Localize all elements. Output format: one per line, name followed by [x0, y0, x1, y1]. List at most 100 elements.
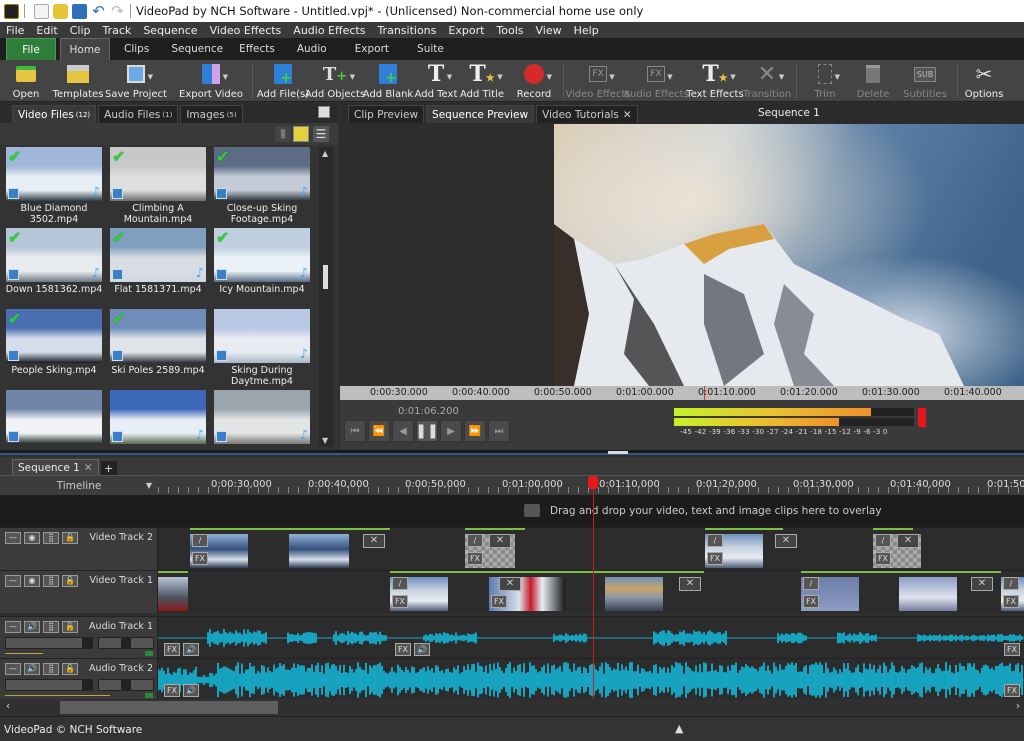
step-forward-button[interactable]: ▶: [440, 420, 462, 442]
add-folder-icon[interactable]: [293, 126, 309, 142]
menu-transitions[interactable]: Transitions: [371, 24, 442, 37]
options-button[interactable]: ✂ Options: [964, 60, 1004, 102]
volume-slider[interactable]: [5, 637, 93, 649]
fade-icon[interactable]: /: [392, 577, 408, 590]
media-file-item[interactable]: ✔ ♪ Flat 1581371.mp4: [108, 228, 208, 308]
next-clip-button[interactable]: ⏩: [464, 420, 486, 442]
export-video-button[interactable]: ▼ Export Video: [176, 60, 246, 102]
pan-slider[interactable]: [98, 679, 154, 691]
audio-effects-button[interactable]: FX ▼ Audio Effects: [623, 60, 689, 102]
tab-clip-preview[interactable]: Clip Preview: [348, 105, 425, 123]
overlay-drop-zone[interactable]: Drag and drop your video, text and image…: [0, 495, 1024, 527]
tab-images[interactable]: Images (5): [180, 105, 243, 123]
expand-up-icon[interactable]: ▲: [675, 722, 683, 735]
collapse-icon[interactable]: —: [5, 663, 21, 675]
fx-button[interactable]: FX: [803, 595, 819, 608]
tab-clips[interactable]: Clips: [110, 38, 163, 60]
fx-button[interactable]: FX: [1003, 595, 1019, 608]
fx-button[interactable]: FX: [164, 684, 180, 697]
pan-slider[interactable]: [98, 637, 154, 649]
pause-button[interactable]: ❚❚: [415, 420, 439, 442]
fade-icon[interactable]: /: [1003, 577, 1019, 590]
speaker-icon[interactable]: 🔊: [414, 643, 430, 656]
fade-icon[interactable]: /: [707, 534, 723, 547]
track-body[interactable]: FX 🔊 FX 🔊 FX: [158, 617, 1024, 658]
new-icon[interactable]: [34, 3, 49, 19]
panel-splitter[interactable]: [0, 450, 1024, 455]
transition-icon[interactable]: ✕: [499, 577, 521, 591]
tab-export[interactable]: Export: [341, 38, 403, 60]
add-title-button[interactable]: T★ ▼ Add Title: [459, 60, 505, 102]
tab-suite[interactable]: Suite: [403, 38, 458, 60]
record-button[interactable]: ▼ Record: [511, 60, 557, 102]
scroll-right-icon[interactable]: ›: [1016, 701, 1020, 712]
scroll-thumb[interactable]: [323, 265, 328, 289]
video-clip[interactable]: [899, 577, 957, 611]
add-text-button[interactable]: T ▼ Add Text: [413, 60, 459, 102]
redo-icon[interactable]: ↷: [110, 3, 125, 19]
menu-audio-effects[interactable]: Audio Effects: [287, 24, 371, 37]
scroll-left-icon[interactable]: ‹: [6, 701, 10, 712]
speaker-icon[interactable]: 🔊: [183, 684, 199, 697]
tab-video-files[interactable]: Video Files (12): [12, 105, 97, 123]
add-blank-button[interactable]: + Add Blank: [363, 60, 413, 102]
preview-ruler[interactable]: 0:00:30.000 0:00:40.000 0:00:50.000 0:01:00…: [340, 386, 1024, 400]
collapse-icon[interactable]: —: [5, 621, 21, 633]
save-project-button[interactable]: ▼ Save Project: [104, 60, 168, 102]
fx-button[interactable]: FX: [1004, 684, 1020, 697]
list-view-icon[interactable]: ☰: [313, 126, 329, 142]
media-file-item[interactable]: ✔ ♪ Icy Mountain.mp4: [212, 228, 312, 308]
tab-video-tutorials[interactable]: Video Tutorials ✕: [536, 105, 638, 123]
fx-button[interactable]: FX: [467, 552, 483, 565]
trash-icon[interactable]: ▮: [275, 126, 291, 142]
fx-button[interactable]: FX: [192, 552, 208, 565]
fx-button[interactable]: FX: [491, 595, 507, 608]
transition-icon[interactable]: ✕: [775, 534, 797, 548]
close-icon[interactable]: ✕: [84, 462, 93, 474]
lock-icon[interactable]: 🔓: [62, 532, 78, 544]
eye-icon[interactable]: ◉: [24, 575, 40, 587]
go-to-end-button[interactable]: ⏭: [488, 420, 510, 442]
scroll-up-icon[interactable]: ▲: [322, 149, 328, 158]
media-file-item[interactable]: ✔ Climbing A Mountain.mp4: [108, 147, 208, 227]
fx-button[interactable]: FX: [164, 643, 180, 656]
transition-icon[interactable]: ✕: [971, 577, 993, 591]
tab-effects[interactable]: Effects: [231, 38, 283, 60]
lock-icon[interactable]: 🔓: [62, 621, 78, 633]
menu-export[interactable]: Export: [442, 24, 490, 37]
undock-icon[interactable]: [318, 106, 330, 118]
transition-icon[interactable]: ✕: [489, 534, 511, 548]
menu-clip[interactable]: Clip: [64, 24, 97, 37]
tab-sequence-preview[interactable]: Sequence Preview: [426, 105, 535, 123]
track-body[interactable]: / FX ✕ / FX ✕ / FX ✕ / FX ✕: [158, 528, 1024, 570]
video-effects-button[interactable]: FX ▼ Video Effects: [565, 60, 631, 102]
splitter-handle[interactable]: [608, 451, 628, 454]
video-clip[interactable]: [289, 534, 349, 568]
scroll-thumb[interactable]: [60, 701, 278, 714]
fx-button[interactable]: FX: [1004, 643, 1020, 656]
menu-edit[interactable]: Edit: [30, 24, 63, 37]
fx-button[interactable]: FX: [875, 552, 891, 565]
templates-button[interactable]: Templates: [52, 60, 104, 102]
open-icon[interactable]: [53, 3, 68, 19]
media-file-item[interactable]: ✔ ♪ Down 1581362.mp4: [4, 228, 104, 308]
delete-button[interactable]: Delete: [847, 60, 899, 102]
track-body[interactable]: FX 🔊 FX: [158, 659, 1024, 699]
fx-button[interactable]: FX: [707, 552, 723, 565]
menu-file[interactable]: File: [0, 24, 30, 37]
menu-view[interactable]: View: [530, 24, 568, 37]
fx-button[interactable]: FX: [392, 595, 408, 608]
transition-icon[interactable]: ✕: [679, 577, 701, 591]
text-effects-button[interactable]: T★ ▼ Text Effects: [686, 60, 744, 102]
open-button[interactable]: Open: [0, 60, 52, 102]
fade-icon[interactable]: /: [803, 577, 819, 590]
lock-icon[interactable]: 🔓: [62, 575, 78, 587]
tab-home[interactable]: Home: [60, 38, 110, 60]
speaker-icon[interactable]: 🔊: [24, 663, 40, 675]
scroll-down-icon[interactable]: ▼: [322, 436, 328, 445]
subtitles-button[interactable]: SUB Subtitles: [899, 60, 951, 102]
collapse-icon[interactable]: —: [5, 575, 21, 587]
timeline-mode-select[interactable]: Timeline ▼: [0, 475, 158, 495]
add-files-button[interactable]: + Add File(s): [257, 60, 309, 102]
media-scrollbar[interactable]: ▲ ▼: [319, 147, 333, 447]
